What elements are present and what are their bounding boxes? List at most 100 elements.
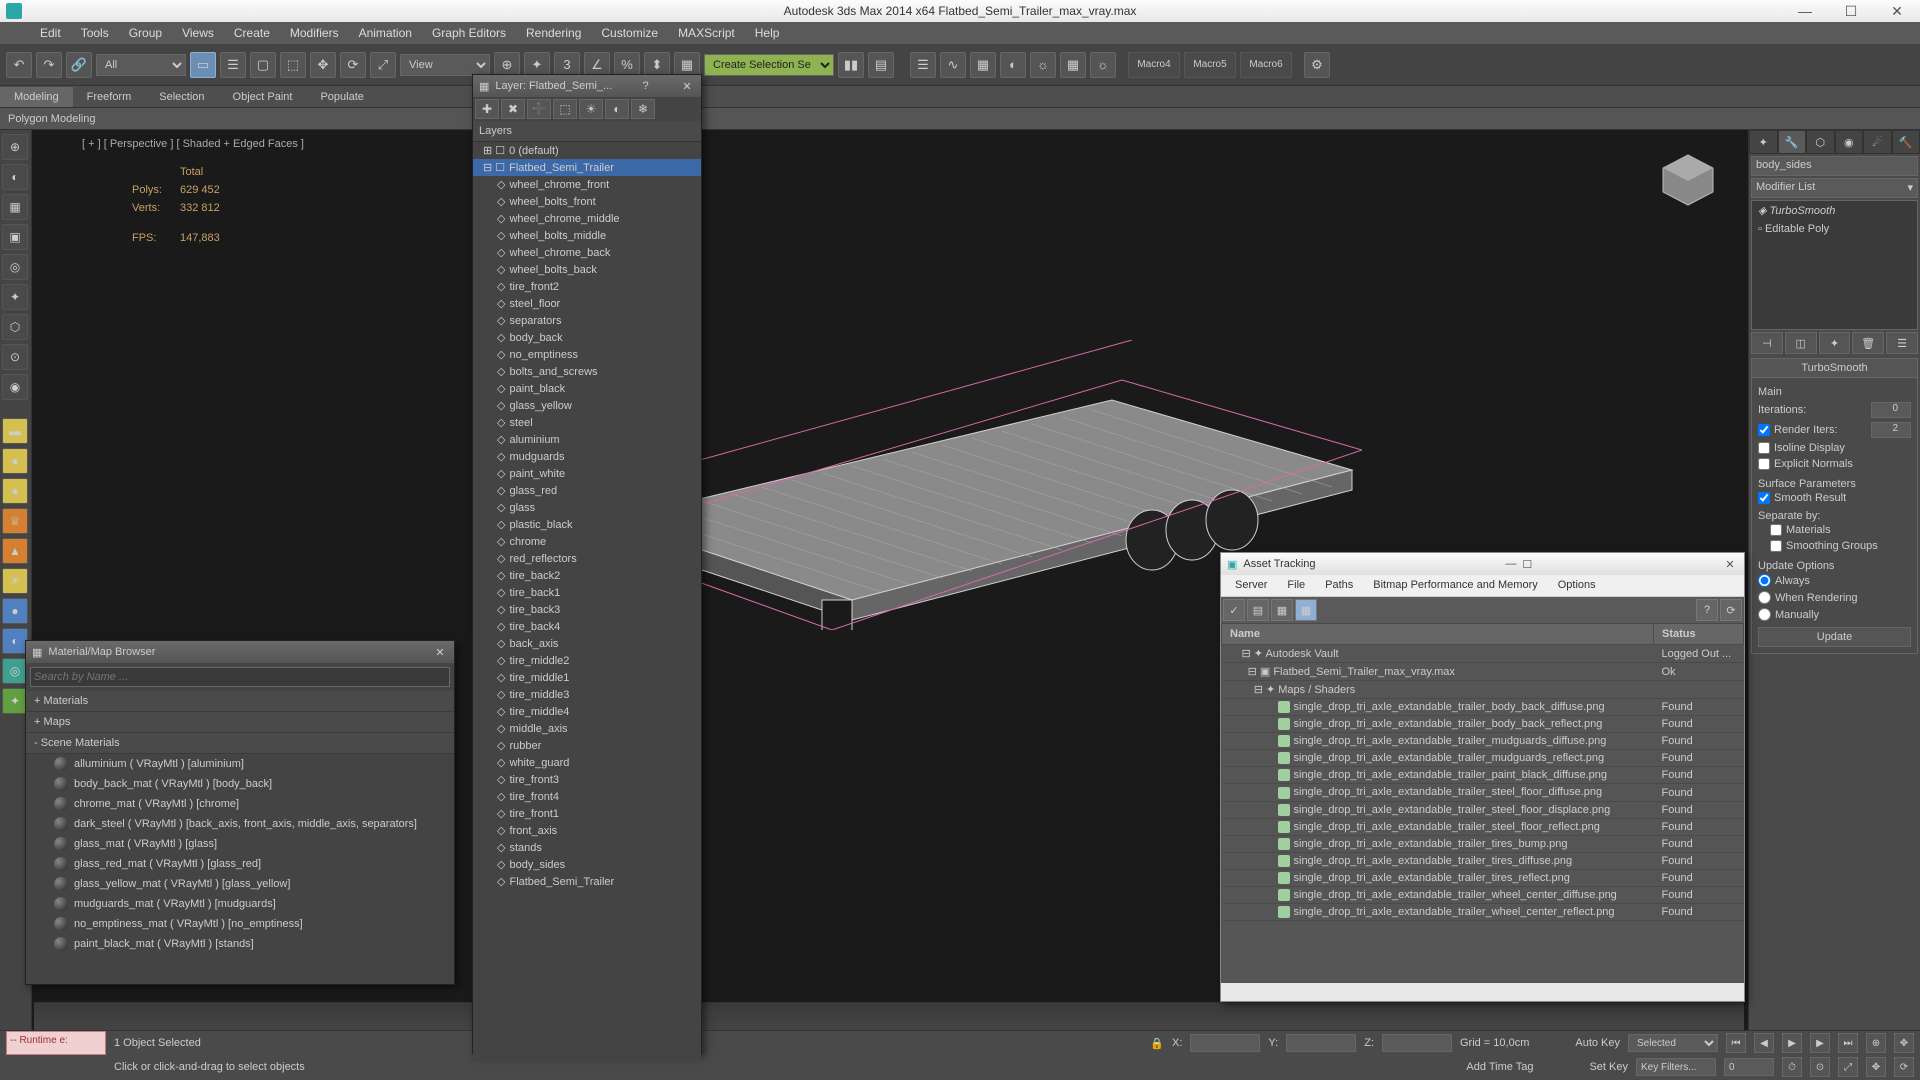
stack-item[interactable]: ▫ Editable Poly [1752, 220, 1917, 238]
ribbon-tab-selection[interactable]: Selection [145, 87, 218, 107]
col-name[interactable]: Name [1222, 624, 1654, 645]
close-icon[interactable]: ✕ [432, 646, 448, 659]
material-item[interactable]: no_emptiness_mat ( VRayMtl ) [no_emptine… [26, 914, 454, 934]
display-tab[interactable]: ☄ [1863, 130, 1892, 154]
layer-row[interactable]: ◇body_back [473, 329, 701, 346]
asset-tool-1[interactable]: ✓ [1223, 599, 1245, 621]
object-name-field[interactable]: body_sides [1751, 156, 1918, 176]
material-item[interactable]: mudguards_mat ( VRayMtl ) [mudguards] [26, 894, 454, 914]
tool-16[interactable]: ● [2, 598, 28, 624]
nav-4[interactable]: ⤢ [1838, 1057, 1858, 1077]
layer-row[interactable]: ◇mudguards [473, 448, 701, 465]
material-editor-button[interactable]: ◐ [1000, 52, 1026, 78]
modify-tab[interactable]: 🔧 [1778, 130, 1807, 154]
layer-manager-button[interactable]: ☰ [910, 52, 936, 78]
move-button[interactable]: ✥ [310, 52, 336, 78]
select-region-button[interactable]: ▢ [250, 52, 276, 78]
viewport-label[interactable]: [ + ] [ Perspective ] [ Shaded + Edged F… [82, 138, 304, 150]
select-layer-icon[interactable]: ⬚ [553, 99, 577, 119]
material-browser-dialog[interactable]: ▦Material/Map Browser✕ + Materials + Map… [25, 640, 455, 985]
maximize-button[interactable]: ☐ [1828, 0, 1874, 22]
asset-menu-file[interactable]: File [1277, 575, 1315, 596]
key-filters-button[interactable]: Key Filters... [1636, 1058, 1716, 1076]
layer-row[interactable]: ◇tire_front4 [473, 788, 701, 805]
layer-row[interactable]: ◇glass_red [473, 482, 701, 499]
menu-create[interactable]: Create [224, 23, 280, 43]
layer-row[interactable]: ◇tire_middle4 [473, 703, 701, 720]
layer-row[interactable]: ◇body_sides [473, 856, 701, 873]
layer-row[interactable]: ◇red_reflectors [473, 550, 701, 567]
macro-button[interactable]: Macro4 [1128, 52, 1180, 78]
asset-help-icon[interactable]: ? [1696, 599, 1718, 621]
new-layer-icon[interactable]: ✚ [475, 99, 499, 119]
remove-modifier-icon[interactable]: 🗑 [1852, 332, 1884, 354]
layer-row[interactable]: ◇wheel_bolts_front [473, 193, 701, 210]
layer-row[interactable]: ◇tire_middle2 [473, 652, 701, 669]
timeline[interactable] [34, 1002, 1744, 1030]
curve-editor-button[interactable]: ∿ [940, 52, 966, 78]
layer-row[interactable]: ◇no_emptiness [473, 346, 701, 363]
redo-button[interactable]: ↷ [36, 52, 62, 78]
render-button[interactable]: ☼ [1090, 52, 1116, 78]
layer-row[interactable]: ◇plastic_black [473, 516, 701, 533]
asset-refresh-icon[interactable]: ⟳ [1720, 599, 1742, 621]
material-item[interactable]: glass_yellow_mat ( VRayMtl ) [glass_yell… [26, 874, 454, 894]
select-button[interactable]: ▭ [190, 52, 216, 78]
macro-button[interactable]: Macro5 [1184, 52, 1236, 78]
x-input[interactable] [1190, 1034, 1260, 1052]
layer-row[interactable]: ◇chrome [473, 533, 701, 550]
autokey-button[interactable]: Auto Key [1575, 1037, 1620, 1049]
keymode-select[interactable]: Selected [1628, 1034, 1718, 1052]
asset-tool-2[interactable]: ▤ [1247, 599, 1269, 621]
tool-8[interactable]: ⊙ [2, 344, 28, 370]
utility-tab[interactable]: 🔨 [1892, 130, 1920, 154]
asset-row[interactable]: single_drop_tri_axle_extandable_trailer_… [1222, 852, 1744, 869]
ribbon-tab-populate[interactable]: Populate [306, 87, 377, 107]
asset-row[interactable]: single_drop_tri_axle_extandable_trailer_… [1222, 801, 1744, 818]
mirror-button[interactable]: ▮▮ [838, 52, 864, 78]
asset-row[interactable]: single_drop_tri_axle_extandable_trailer_… [1222, 767, 1744, 784]
update-render-radio[interactable] [1758, 591, 1771, 604]
menu-modifiers[interactable]: Modifiers [280, 23, 349, 43]
material-item[interactable]: alluminium ( VRayMtl ) [aluminium] [26, 754, 454, 774]
layer-row[interactable]: ◇bolts_and_screws [473, 363, 701, 380]
menu-group[interactable]: Group [119, 23, 172, 43]
layer-row[interactable]: ◇stands [473, 839, 701, 856]
minimize-icon[interactable]: — [1505, 558, 1516, 570]
asset-tool-4[interactable]: ▦ [1295, 599, 1317, 621]
layer-row[interactable]: ◇tire_back1 [473, 584, 701, 601]
layer-row[interactable]: ◇white_guard [473, 754, 701, 771]
layer-row[interactable]: ◇tire_middle1 [473, 669, 701, 686]
render-setup-button[interactable]: ☼ [1030, 52, 1056, 78]
tool-11[interactable]: ● [2, 448, 28, 474]
layer-row[interactable]: ◇wheel_chrome_front [473, 176, 701, 193]
stack-item[interactable]: ◈ TurboSmooth [1752, 201, 1917, 220]
menu-maxscript[interactable]: MAXScript [668, 23, 745, 43]
tool-1[interactable]: ⊕ [2, 134, 28, 160]
goto-end-button[interactable]: ⏭ [1838, 1033, 1858, 1053]
ref-coord-system[interactable]: View [400, 54, 490, 76]
layer-row[interactable]: ◇tire_back4 [473, 618, 701, 635]
layer-row[interactable]: ◇paint_black [473, 380, 701, 397]
tool-10[interactable]: ▬ [2, 418, 28, 444]
close-button[interactable]: ✕ [1874, 0, 1920, 22]
macro-button[interactable]: Macro6 [1240, 52, 1292, 78]
material-item[interactable]: dark_steel ( VRayMtl ) [back_axis, front… [26, 814, 454, 834]
make-unique-icon[interactable]: ✦ [1819, 332, 1851, 354]
rollout-header[interactable]: TurboSmooth [1751, 358, 1918, 378]
undo-button[interactable]: ↶ [6, 52, 32, 78]
asset-row[interactable]: single_drop_tri_axle_extandable_trailer_… [1222, 869, 1744, 886]
layer-row[interactable]: ◇tire_middle3 [473, 686, 701, 703]
asset-menu-bitmap-performance-and-memory[interactable]: Bitmap Performance and Memory [1363, 575, 1547, 596]
scale-button[interactable]: ⤢ [370, 52, 396, 78]
layer-row[interactable]: ◇back_axis [473, 635, 701, 652]
tool-2[interactable]: ◐ [2, 164, 28, 190]
asset-row[interactable]: ⊟ ✦ Autodesk VaultLogged Out ... [1222, 645, 1744, 663]
pin-stack-icon[interactable]: ⊣ [1751, 332, 1783, 354]
material-item[interactable]: body_back_mat ( VRayMtl ) [body_back] [26, 774, 454, 794]
y-input[interactable] [1286, 1034, 1356, 1052]
tool-5[interactable]: ◎ [2, 254, 28, 280]
tool-7[interactable]: ⬡ [2, 314, 28, 340]
asset-row[interactable]: single_drop_tri_axle_extandable_trailer_… [1222, 716, 1744, 733]
time-config-button[interactable]: ⏱ [1782, 1057, 1802, 1077]
